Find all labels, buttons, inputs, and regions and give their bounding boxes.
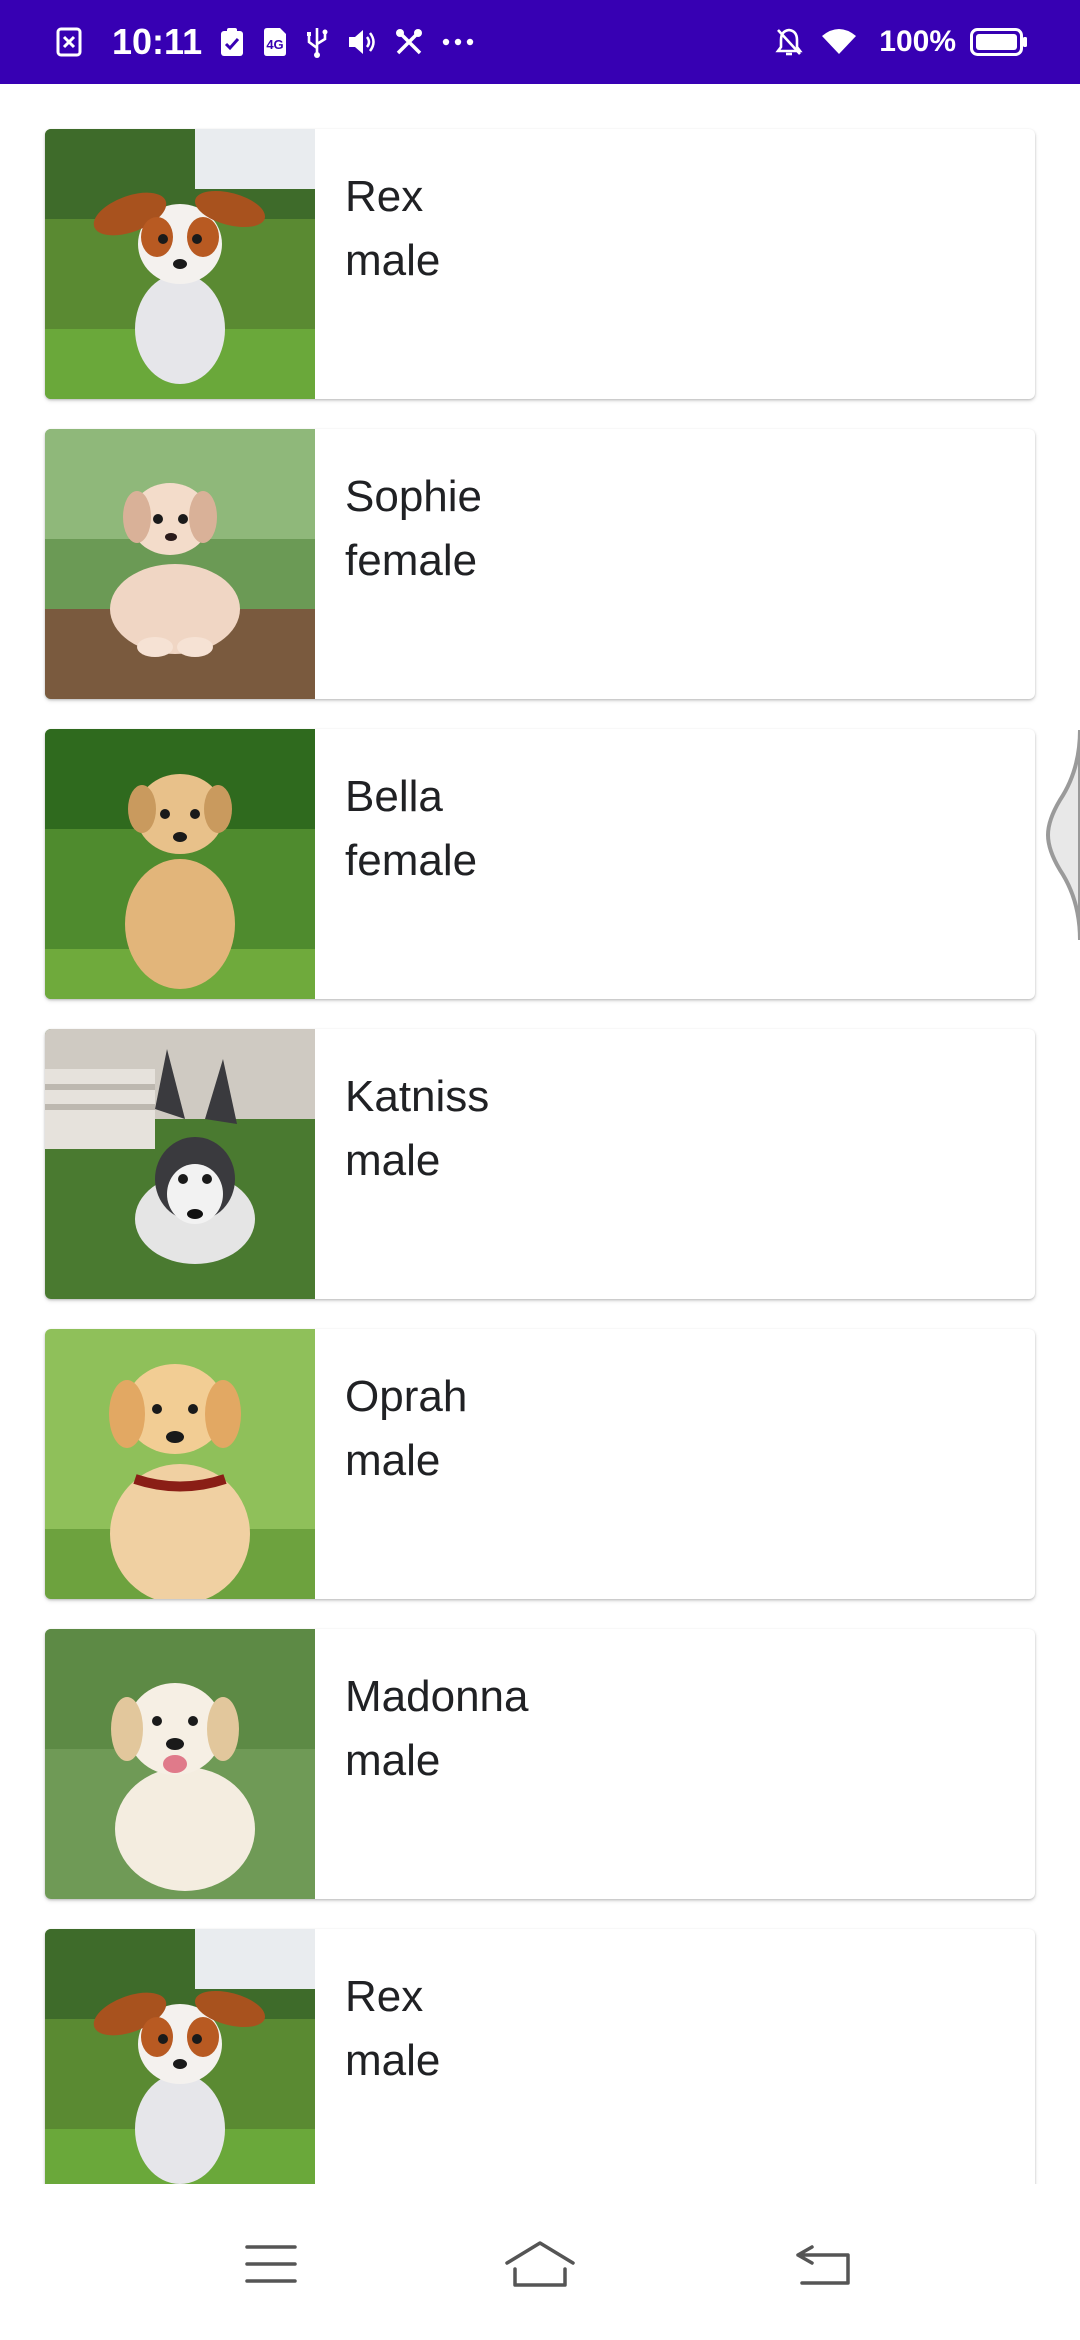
puppy-fluffy-icon (45, 429, 315, 699)
puppy-cavalier-icon (45, 1929, 315, 2184)
navigation-bar (0, 2184, 1080, 2340)
dog-gender: female (345, 536, 478, 585)
dog-card[interactable]: Katniss male (45, 1029, 1035, 1299)
dog-gender: male (345, 1136, 441, 1185)
usb-icon (306, 26, 328, 58)
home-icon[interactable] (490, 2224, 590, 2304)
dog-card[interactable]: Madonna male (45, 1629, 1035, 1899)
menu-icon[interactable] (221, 2224, 321, 2304)
clipboard-check-icon (220, 27, 244, 57)
dog-card[interactable]: Rex male (45, 129, 1035, 399)
dog-gender: female (345, 836, 478, 885)
puppy-retriever-icon (45, 1629, 315, 1899)
dog-gender: male (345, 1736, 441, 1785)
puppy-husky-icon (45, 1029, 315, 1299)
bell-off-icon (775, 27, 803, 57)
dog-name: Rex (345, 1972, 424, 2021)
dog-gender: male (345, 1436, 441, 1485)
back-icon[interactable] (774, 2224, 874, 2304)
dog-list[interactable]: Rex male Sophie female Bella female Katn… (0, 84, 1080, 2184)
tools-icon (394, 27, 424, 57)
battery-icon (970, 27, 1028, 57)
volume-icon (346, 27, 376, 57)
dog-name: Rex (345, 172, 424, 221)
edge-swipe-handle[interactable] (1040, 729, 1080, 941)
puppy-cavalier-icon (45, 129, 315, 399)
status-time: 10:11 (112, 21, 203, 62)
status-bar: 10:11 4G 100% (0, 0, 1080, 84)
dog-card[interactable]: Rex male (45, 1929, 1035, 2184)
dog-gender: male (345, 2036, 441, 2085)
dog-gender: male (345, 236, 441, 285)
battery-percentage: 100% (879, 25, 956, 58)
notification-icon (56, 27, 82, 57)
dog-card[interactable]: Oprah male (45, 1329, 1035, 1599)
dog-name: Oprah (345, 1372, 468, 1421)
dog-name: Sophie (345, 472, 483, 521)
more-dots-icon (442, 37, 474, 47)
sim-icon: 4G (262, 27, 288, 57)
dog-card[interactable]: Bella female (45, 729, 1035, 999)
puppy-tan-icon (45, 729, 315, 999)
dog-name: Katniss (345, 1072, 490, 1121)
puppy-golden-icon (45, 1329, 315, 1599)
dog-name: Bella (345, 772, 443, 821)
dog-card[interactable]: Sophie female (45, 429, 1035, 699)
dog-name: Madonna (345, 1672, 529, 1721)
wifi-icon (821, 28, 857, 56)
svg-text:4G: 4G (266, 37, 283, 52)
